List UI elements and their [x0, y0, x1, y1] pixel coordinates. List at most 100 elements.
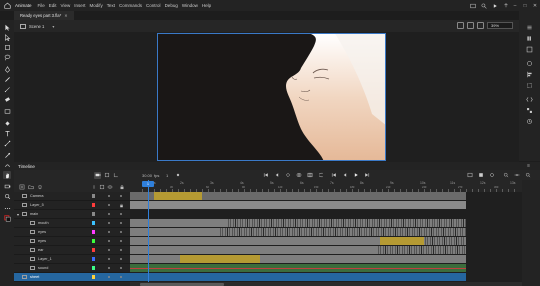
timeline-horizontal-scrollbar[interactable]: [130, 282, 522, 286]
visibility-dot[interactable]: [108, 213, 110, 215]
step-back-frame-icon[interactable]: [330, 172, 337, 179]
frame-row[interactable]: [130, 255, 522, 264]
scrollbar-thumb[interactable]: [140, 282, 224, 286]
frame-row[interactable]: [130, 246, 522, 255]
zoom-field[interactable]: 39%: [487, 22, 513, 29]
timeline-settings-icon[interactable]: [488, 172, 495, 179]
frame-row[interactable]: [130, 237, 522, 246]
insert-keyframe-icon[interactable]: [174, 172, 181, 179]
text-tool-icon[interactable]: [3, 129, 11, 137]
layer-name[interactable]: Layer_1: [38, 257, 52, 261]
pen-tool-icon[interactable]: [3, 65, 11, 73]
clip-stage-icon[interactable]: [467, 22, 474, 29]
layer-color-swatch[interactable]: [92, 275, 95, 279]
edit-multiple-frames-icon[interactable]: [306, 172, 313, 179]
asset-warp-icon[interactable]: [3, 161, 11, 169]
layer-row[interactable]: ear: [14, 246, 130, 255]
frame-zoom-icon[interactable]: [477, 172, 484, 179]
playhead-handle[interactable]: 1: [142, 181, 154, 187]
brush-tool-icon[interactable]: [3, 75, 11, 83]
hand-tool-icon[interactable]: [3, 171, 11, 179]
subselection-tool-icon[interactable]: [3, 33, 11, 41]
folder-expand-icon[interactable]: ▾: [17, 212, 19, 217]
layer-color-swatch[interactable]: [92, 248, 95, 252]
layer-color-swatch[interactable]: [92, 266, 95, 270]
layer-name[interactable]: eyes: [38, 230, 46, 234]
menu-help[interactable]: Help: [202, 3, 211, 8]
zoom-tool-icon[interactable]: [3, 192, 11, 200]
test-movie-icon[interactable]: [490, 2, 499, 10]
step-back-icon[interactable]: [273, 172, 280, 179]
keyframes-strip[interactable]: [220, 228, 466, 236]
frames-ruler[interactable]: 1s 2s 3s 4s 5s 6s 7s 8s 9s 10s 11s 12s 1…: [130, 180, 522, 192]
layer-name[interactable]: mouth: [38, 221, 49, 225]
zoom-in-frames-icon[interactable]: [524, 172, 531, 179]
layer-color-swatch[interactable]: [92, 203, 95, 207]
visibility-dot[interactable]: [108, 258, 110, 260]
visibility-dot[interactable]: [108, 204, 110, 206]
eyedropper-tool-icon[interactable]: [3, 151, 11, 159]
menu-file[interactable]: File: [38, 3, 45, 8]
frame-row[interactable]: [130, 219, 522, 228]
layer-row[interactable]: Layer_5: [14, 201, 130, 210]
edit-symbols-icon[interactable]: [457, 22, 464, 29]
layer-name[interactable]: eyes: [38, 239, 46, 243]
close-tab-icon[interactable]: ✕: [64, 13, 68, 18]
lock-dot[interactable]: [120, 231, 122, 233]
parenting-view-icon[interactable]: [112, 172, 119, 179]
menu-control[interactable]: Control: [146, 3, 161, 8]
share-icon[interactable]: [501, 2, 510, 10]
rectangle-tool-icon[interactable]: [3, 107, 11, 115]
menu-text[interactable]: Text: [107, 3, 115, 8]
layer-name[interactable]: ear: [38, 248, 44, 252]
visibility-dot[interactable]: [108, 276, 110, 278]
stroke-color-icon[interactable]: [3, 214, 11, 222]
free-transform-tool-icon[interactable]: [3, 43, 11, 51]
workspace-label[interactable]: Animate: [15, 3, 32, 8]
menu-debug[interactable]: Debug: [165, 3, 178, 8]
lock-dot[interactable]: [120, 240, 122, 242]
frame-span[interactable]: [130, 273, 466, 281]
properties-panel-icon[interactable]: [525, 23, 533, 31]
home-icon[interactable]: [3, 1, 12, 10]
transform-panel-icon[interactable]: [525, 81, 533, 89]
step-forward-frame-icon[interactable]: [363, 172, 370, 179]
new-layer-icon[interactable]: [18, 183, 25, 190]
visibility-dot[interactable]: [108, 240, 110, 242]
layer-row[interactable]: Layer_1: [14, 255, 130, 264]
scene-selector[interactable]: Scene 1 ▾: [20, 23, 54, 29]
visibility-dot[interactable]: [108, 222, 110, 224]
visibility-toggle-icon[interactable]: [106, 183, 113, 190]
code-snippets-icon[interactable]: [525, 95, 533, 103]
menu-modify[interactable]: Modify: [90, 3, 103, 8]
pencil-tool-icon[interactable]: [3, 85, 11, 93]
new-folder-icon[interactable]: [27, 183, 34, 190]
lock-dot[interactable]: [120, 276, 122, 278]
layer-name[interactable]: Layer_5: [30, 203, 44, 207]
layer-row[interactable]: eyes: [14, 237, 130, 246]
zoom-slider-icon[interactable]: [513, 172, 520, 179]
frame-span[interactable]: [154, 192, 202, 200]
search-icon[interactable]: [479, 2, 488, 10]
timeline-title[interactable]: Timeline: [18, 164, 35, 169]
align-panel-icon[interactable]: [525, 70, 533, 78]
fps-value[interactable]: 30.00: [142, 173, 152, 178]
frame-span[interactable]: [380, 237, 424, 245]
layer-row[interactable]: sound: [14, 264, 130, 273]
keyframes-strip[interactable]: [425, 237, 466, 245]
document-tab[interactable]: Ready eyes part 3.fla* ✕: [14, 11, 74, 20]
lock-dot[interactable]: [120, 267, 122, 269]
layer-row[interactable]: Camera: [14, 192, 130, 201]
frame-span[interactable]: [180, 255, 260, 263]
layer-color-swatch[interactable]: [92, 239, 95, 243]
stage-canvas[interactable]: [157, 33, 386, 161]
frame-row[interactable]: [130, 210, 522, 219]
menu-window[interactable]: Window: [182, 3, 198, 8]
screen-mode-icon[interactable]: [468, 2, 477, 10]
lock-dot[interactable]: [120, 258, 122, 260]
center-stage-icon[interactable]: [477, 22, 484, 29]
frame-row[interactable]: [130, 264, 522, 273]
components-icon[interactable]: [525, 106, 533, 114]
eraser-tool-icon[interactable]: [3, 95, 11, 103]
layer-row[interactable]: eyes: [14, 228, 130, 237]
